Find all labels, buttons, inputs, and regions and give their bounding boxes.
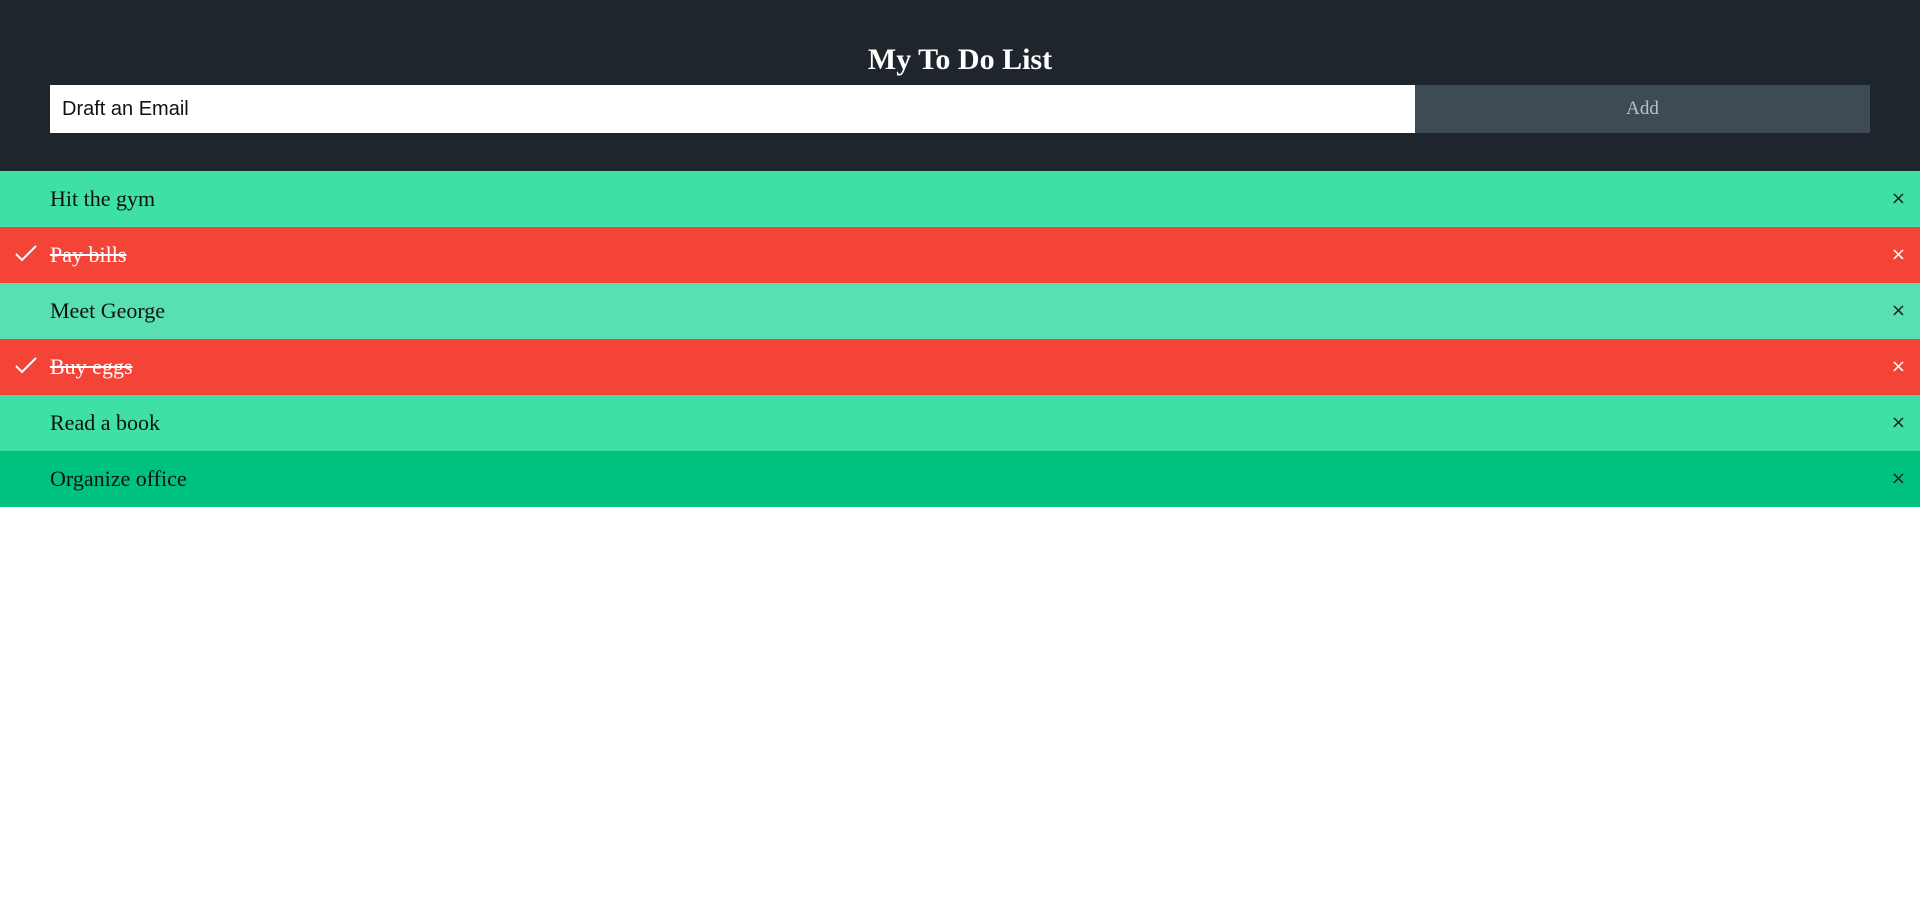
close-icon[interactable]: × bbox=[1891, 283, 1906, 339]
close-icon[interactable]: × bbox=[1891, 171, 1906, 227]
todo-item[interactable]: Meet George × bbox=[0, 283, 1920, 339]
todo-item[interactable]: Buy eggs × bbox=[0, 339, 1920, 395]
todo-item[interactable]: Hit the gym × bbox=[0, 171, 1920, 227]
todo-item[interactable]: Read a book × bbox=[0, 395, 1920, 451]
close-icon[interactable]: × bbox=[1891, 339, 1906, 395]
todo-label: Meet George bbox=[50, 298, 166, 323]
page-title: My To Do List bbox=[867, 43, 1053, 76]
add-button[interactable]: Add bbox=[1415, 85, 1870, 133]
close-icon[interactable]: × bbox=[1891, 227, 1906, 283]
header: My To Do List Add bbox=[0, 0, 1920, 171]
todo-item[interactable]: Organize office × bbox=[0, 451, 1920, 507]
todo-label: Organize office bbox=[50, 466, 187, 491]
todo-input[interactable] bbox=[50, 85, 1415, 133]
close-icon[interactable]: × bbox=[1891, 395, 1906, 451]
close-icon[interactable]: × bbox=[1891, 451, 1906, 507]
todo-label: Buy eggs bbox=[50, 354, 133, 379]
check-icon bbox=[15, 245, 37, 262]
todo-list: Hit the gym × Pay bills × Meet George × … bbox=[0, 171, 1920, 507]
add-todo-row: Add bbox=[50, 85, 1870, 133]
todo-item[interactable]: Pay bills × bbox=[0, 227, 1920, 283]
todo-label: Read a book bbox=[50, 410, 160, 435]
todo-label: Pay bills bbox=[50, 242, 127, 267]
check-icon bbox=[15, 357, 37, 374]
todo-label: Hit the gym bbox=[50, 186, 156, 211]
